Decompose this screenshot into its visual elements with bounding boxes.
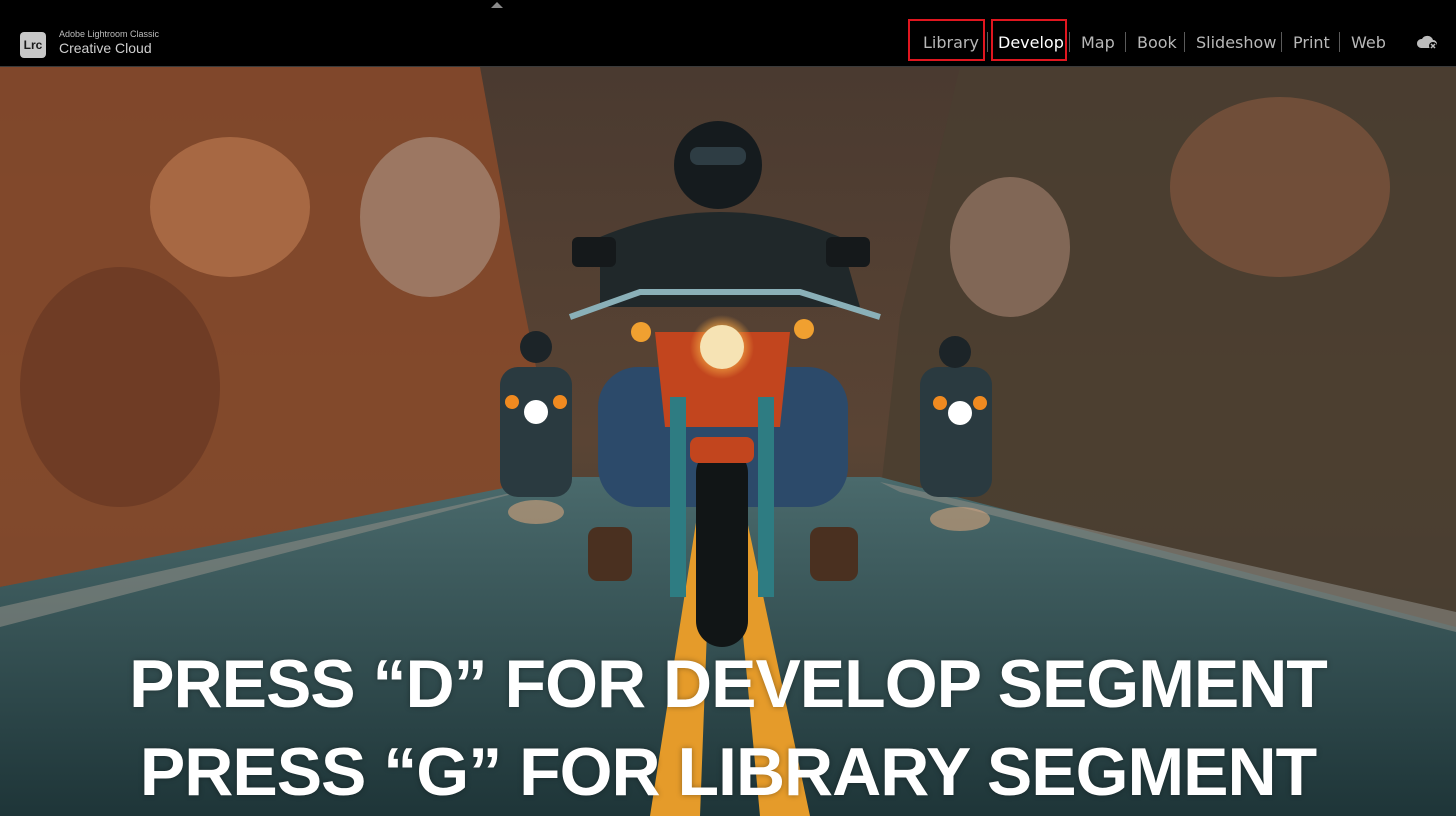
module-slideshow[interactable]: Slideshow <box>1196 32 1276 54</box>
develop-highlight-box <box>991 19 1067 61</box>
cloud-sync-icon[interactable] <box>1415 33 1439 51</box>
lightroom-logo-icon: Lrc <box>20 32 46 58</box>
overlay-caption-line-2: PRESS “G” FOR LIBRARY SEGMENT <box>139 734 1317 810</box>
module-map[interactable]: Map <box>1081 32 1115 54</box>
library-highlight-box <box>908 19 985 61</box>
module-print[interactable]: Print <box>1293 32 1330 54</box>
nav-separator <box>1281 32 1282 52</box>
overlay-caption-line-1: PRESS “D” FOR DEVELOP SEGMENT <box>129 646 1328 722</box>
app-name-large: Creative Cloud <box>59 40 152 56</box>
nav-separator <box>1184 32 1185 52</box>
nav-separator <box>1069 32 1070 52</box>
nav-separator <box>1339 32 1340 52</box>
collapse-top-panel-icon[interactable] <box>491 2 503 8</box>
nav-separator <box>1125 32 1126 52</box>
module-picker-bar: Lrc Adobe Lightroom Classic Creative Clo… <box>0 0 1456 67</box>
app-name-small: Adobe Lightroom Classic <box>59 29 160 39</box>
nav-separator <box>987 32 988 52</box>
module-web[interactable]: Web <box>1351 32 1386 54</box>
module-book[interactable]: Book <box>1137 32 1177 54</box>
